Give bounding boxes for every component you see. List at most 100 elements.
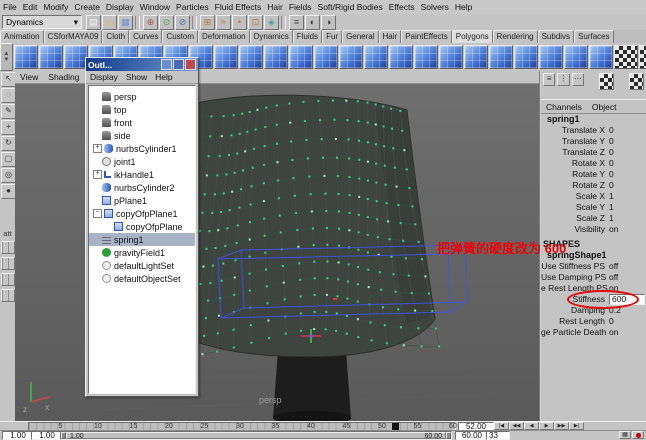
panel-menu-icon[interactable] [161,59,172,70]
split-polygon-icon[interactable] [589,45,613,69]
snap-curve-icon[interactable]: ≈ [216,15,231,30]
channel-box-menu-channels[interactable]: Channels [541,102,587,112]
smooth-icon[interactable] [439,45,463,69]
channel-list-icon[interactable]: ≡ [543,73,555,86]
channel-node-name[interactable]: spring1 [541,114,646,125]
poly-helix-icon[interactable] [239,45,263,69]
menu-set-dropdown[interactable]: Dynamics ▾ [2,15,82,29]
outliner-item-pplane1[interactable]: pPlane1 [89,194,195,207]
construction-history-icon[interactable]: ≡ [289,15,304,30]
outliner-menu-display[interactable]: Display [86,72,122,82]
layout-persp-graph-button[interactable] [1,289,15,302]
poly-platonic-icon[interactable] [289,45,313,69]
save-scene-icon[interactable]: ▦ [118,15,133,30]
outliner-title-bar[interactable]: Outl... [86,58,198,71]
poly-cube-icon[interactable] [39,45,63,69]
shelf-tab-custom[interactable]: Custom [162,30,198,43]
render-icon[interactable]: ◐ [305,15,320,30]
auto-keyframe-button[interactable] [632,431,644,439]
snap-point-icon[interactable]: • [232,15,247,30]
select-tool-icon[interactable]: ↖ [1,72,16,87]
shelf-tab-subdivs[interactable]: Subdivs [538,30,574,43]
channel-value-field[interactable]: 0 [609,180,646,191]
menu-item-edit[interactable]: Edit [20,2,41,12]
new-scene-icon[interactable]: ▤ [86,15,101,30]
make-live-icon[interactable]: ◈ [264,15,279,30]
menu-item-help[interactable]: Help [452,2,475,12]
open-scene-icon[interactable]: ▭ [102,15,117,30]
swatch-checker-icon-2[interactable] [629,73,644,90]
select-hierarchy-icon[interactable]: ⊕ [143,15,158,30]
menu-item-soft-rigid-bodies[interactable]: Soft/Rigid Bodies [315,2,386,12]
ipr-render-icon[interactable]: ◑ [321,15,336,30]
bevel-icon[interactable] [339,45,363,69]
combine-icon[interactable] [389,45,413,69]
cut-faces-icon[interactable] [539,45,563,69]
outliner-item-defaultobjectset[interactable]: defaultObjectSet [89,272,195,285]
channel-more-icon[interactable]: ⋯ [572,73,584,86]
channel-value-field[interactable]: 0 [609,158,646,169]
shelf-nav-arrows[interactable]: ▲ ▼ [0,43,13,71]
panel-tear-off-icon[interactable] [173,59,184,70]
channel-value-field[interactable]: on [609,283,646,294]
poly-soccer-ball-icon[interactable] [264,45,288,69]
poly-pipe-icon[interactable] [214,45,238,69]
shelf-tab-surfaces[interactable]: Surfaces [574,30,614,43]
outliner-item-gravityfield1[interactable]: gravityField1 [89,246,195,259]
channel-value-field[interactable]: 0 [609,316,646,327]
range-slider-bar[interactable]: 1.00 60.00 [66,432,446,439]
viewport-menu-view[interactable]: View [15,72,43,82]
rotate-tool-icon[interactable]: ↻ [1,136,16,151]
show-manipulator-tool-icon[interactable]: ◎ [1,168,16,183]
lasso-select-tool-icon[interactable]: ◌ [1,88,16,103]
select-object-icon[interactable]: ⊙ [159,15,174,30]
go-to-end-button[interactable]: ▶| [569,422,584,430]
channel-value-field[interactable]: on [609,327,646,338]
outliner-item-nurbscylinder1[interactable]: +nurbsCylinder1 [89,142,195,155]
shelf-tab-animation[interactable]: Animation [0,30,44,43]
shelf-tab-csformaya09[interactable]: CSforMAYA09 [44,30,103,43]
shelf-tab-fluids[interactable]: Fluids [293,30,322,43]
channel-value-field[interactable]: 0 [609,136,646,147]
expander-minus-icon[interactable]: − [93,209,102,218]
layout-single-pane-button[interactable] [1,241,15,254]
texture-checker-icon-2[interactable] [639,45,646,69]
outliner-item-side[interactable]: side [89,129,195,142]
viewport-menu-shading[interactable]: Shading [43,72,84,82]
outliner-item-ikhandle1[interactable]: +ikHandle1 [89,168,195,181]
expander-plus-icon[interactable]: + [93,170,102,179]
shelf-tab-cloth[interactable]: Cloth [102,30,129,43]
poly-sphere-icon[interactable] [14,45,38,69]
snap-grid-icon[interactable]: ⊞ [200,15,215,30]
current-frame-marker[interactable] [392,423,399,430]
expander-plus-icon[interactable]: + [93,144,102,153]
menu-item-particles[interactable]: Particles [173,2,212,12]
channel-box-menu-object[interactable]: Object [587,102,622,112]
channel-value-field[interactable]: 1 [609,213,646,224]
channel-value-field[interactable]: off [609,261,646,272]
shelf-tab-dynamics[interactable]: Dynamics [250,30,293,43]
outliner-item-persp[interactable]: persp [89,90,195,103]
step-back-key-button[interactable]: ◀◀ [509,422,524,430]
menu-item-window[interactable]: Window [137,2,173,12]
outliner-item-nurbscylinder2[interactable]: nurbsCylinder2 [89,181,195,194]
poke-face-icon[interactable] [514,45,538,69]
shelf-tab-general[interactable]: General [342,30,378,43]
wedge-face-icon[interactable] [489,45,513,69]
channel-value-field[interactable]: 1 [609,191,646,202]
menu-item-fluid-effects[interactable]: Fluid Effects [212,2,265,12]
outliner-item-spring1[interactable]: spring1 [89,233,195,246]
panel-close-icon[interactable] [185,59,196,70]
mirror-geometry-icon[interactable] [464,45,488,69]
channel-value-field[interactable]: 600 [609,294,646,305]
duplicate-face-icon[interactable] [564,45,588,69]
shelf-tab-polygons[interactable]: Polygons [452,30,493,43]
channel-value-field[interactable]: 0.2 [609,305,646,316]
menu-item-effects[interactable]: Effects [386,2,418,12]
shelf-tab-hair[interactable]: Hair [379,30,402,43]
outliner-item-copyofpplane[interactable]: copyOfpPlane [89,220,195,233]
outliner-item-top[interactable]: top [89,103,195,116]
channel-value-field[interactable]: off [609,272,646,283]
bridge-icon[interactable] [364,45,388,69]
outliner-item-defaultlightset[interactable]: defaultLightSet [89,259,195,272]
